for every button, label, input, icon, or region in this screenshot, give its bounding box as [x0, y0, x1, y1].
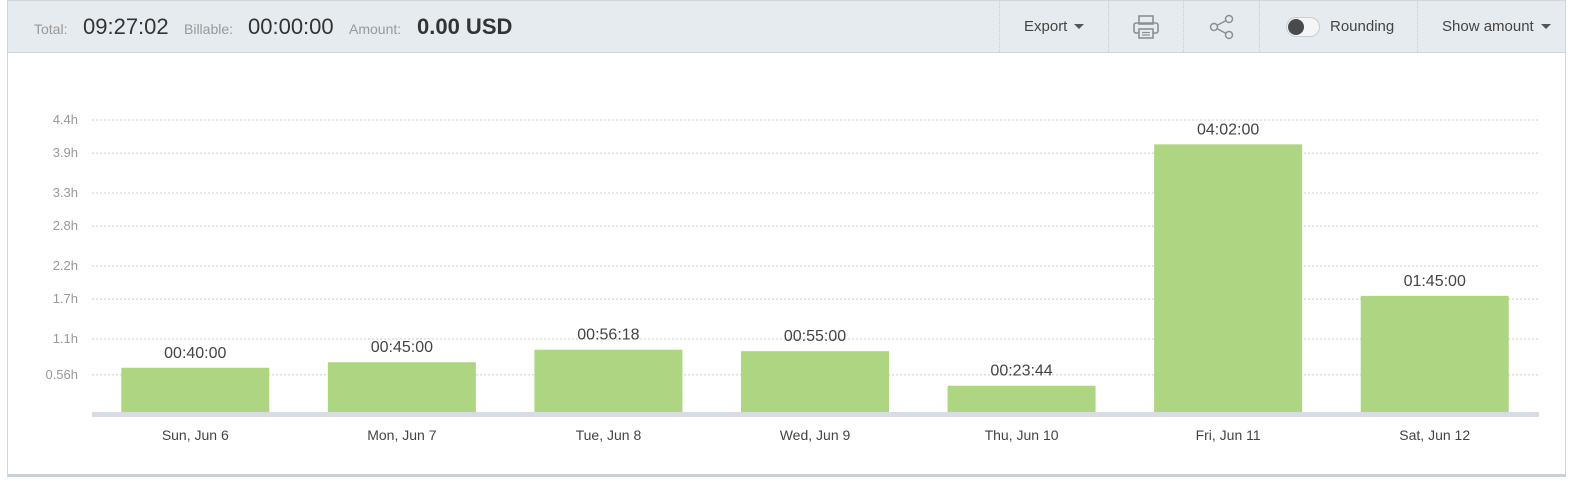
toolbar-divider — [1183, 1, 1184, 52]
share-button[interactable] — [1208, 1, 1236, 52]
x-tick-label: Sat, Jun 12 — [1399, 427, 1470, 443]
chevron-down-icon — [1074, 24, 1085, 29]
show-amount-button[interactable]: Show amount — [1442, 1, 1551, 52]
toolbar-divider — [1417, 1, 1418, 52]
show-amount-label: Show amount — [1442, 18, 1534, 35]
y-tick-label: 0.56h — [45, 367, 78, 382]
toolbar-divider — [999, 1, 1000, 52]
bar-data-label: 00:45:00 — [371, 339, 433, 356]
x-tick-label: Mon, Jun 7 — [367, 427, 436, 443]
export-button[interactable]: Export — [1024, 1, 1085, 52]
bar-data-label: 00:56:18 — [577, 327, 639, 344]
x-tick-label: Sun, Jun 6 — [162, 427, 229, 443]
bar-data-label: 00:23:44 — [990, 363, 1052, 380]
x-axis-baseline — [92, 412, 1539, 417]
bar — [741, 351, 889, 412]
y-tick-label: 4.4h — [53, 112, 78, 127]
y-tick-label: 1.1h — [53, 331, 78, 346]
x-tick-label: Fri, Jun 11 — [1196, 427, 1261, 443]
toolbar-divider — [1108, 1, 1109, 52]
print-button[interactable] — [1132, 1, 1160, 52]
y-tick-label: 3.3h — [53, 185, 78, 200]
bar-data-label: 00:40:00 — [164, 345, 226, 362]
bar — [1154, 144, 1303, 412]
x-tick-label: Tue, Jun 8 — [576, 427, 642, 443]
bar-data-label: 04:02:00 — [1197, 121, 1259, 138]
bar — [947, 385, 1096, 412]
toolbar-divider — [1259, 1, 1260, 52]
export-label: Export — [1024, 18, 1068, 35]
x-tick-label: Thu, Jun 10 — [985, 427, 1059, 443]
bar-data-label: 01:45:00 — [1404, 273, 1466, 290]
y-tick-label: 1.7h — [53, 291, 78, 306]
bar — [534, 349, 683, 412]
amount-label: Amount: — [349, 21, 402, 37]
y-tick-label: 2.2h — [53, 258, 78, 273]
rounding-label: Rounding — [1330, 18, 1395, 35]
total-label: Total: — [34, 21, 68, 37]
daily-bar-chart: 0.56h 1.1h 1.7h 2.2h 2.8h 3.3h 3.9h 4.4h 00:40:0… — [45, 112, 1539, 443]
rounding-switch[interactable] — [1286, 16, 1320, 37]
summary-toolbar: Total: 09:27:02 Billable: 00:00:00 Amoun… — [8, 1, 1565, 53]
y-tick-label: 2.8h — [53, 218, 78, 233]
amount-value: 0.00 USD — [417, 14, 513, 39]
bar-data-label: 00:55:00 — [784, 328, 846, 345]
bar — [121, 367, 270, 412]
billable-value: 00:00:00 — [248, 14, 334, 39]
printer-icon — [1133, 14, 1159, 39]
toggle-knob — [1288, 18, 1304, 35]
y-tick-label: 3.9h — [53, 145, 78, 160]
report-panel: Total: 09:27:02 Billable: 00:00:00 Amoun… — [7, 0, 1566, 477]
billable-label: Billable: — [184, 21, 234, 37]
bar — [1360, 295, 1509, 412]
chevron-down-icon — [1540, 24, 1551, 29]
x-tick-label: Wed, Jun 9 — [780, 427, 851, 443]
total-value: 09:27:02 — [83, 14, 169, 39]
bar — [327, 362, 476, 412]
rounding-toggle[interactable]: Rounding — [1286, 1, 1394, 52]
share-icon — [1209, 14, 1234, 39]
